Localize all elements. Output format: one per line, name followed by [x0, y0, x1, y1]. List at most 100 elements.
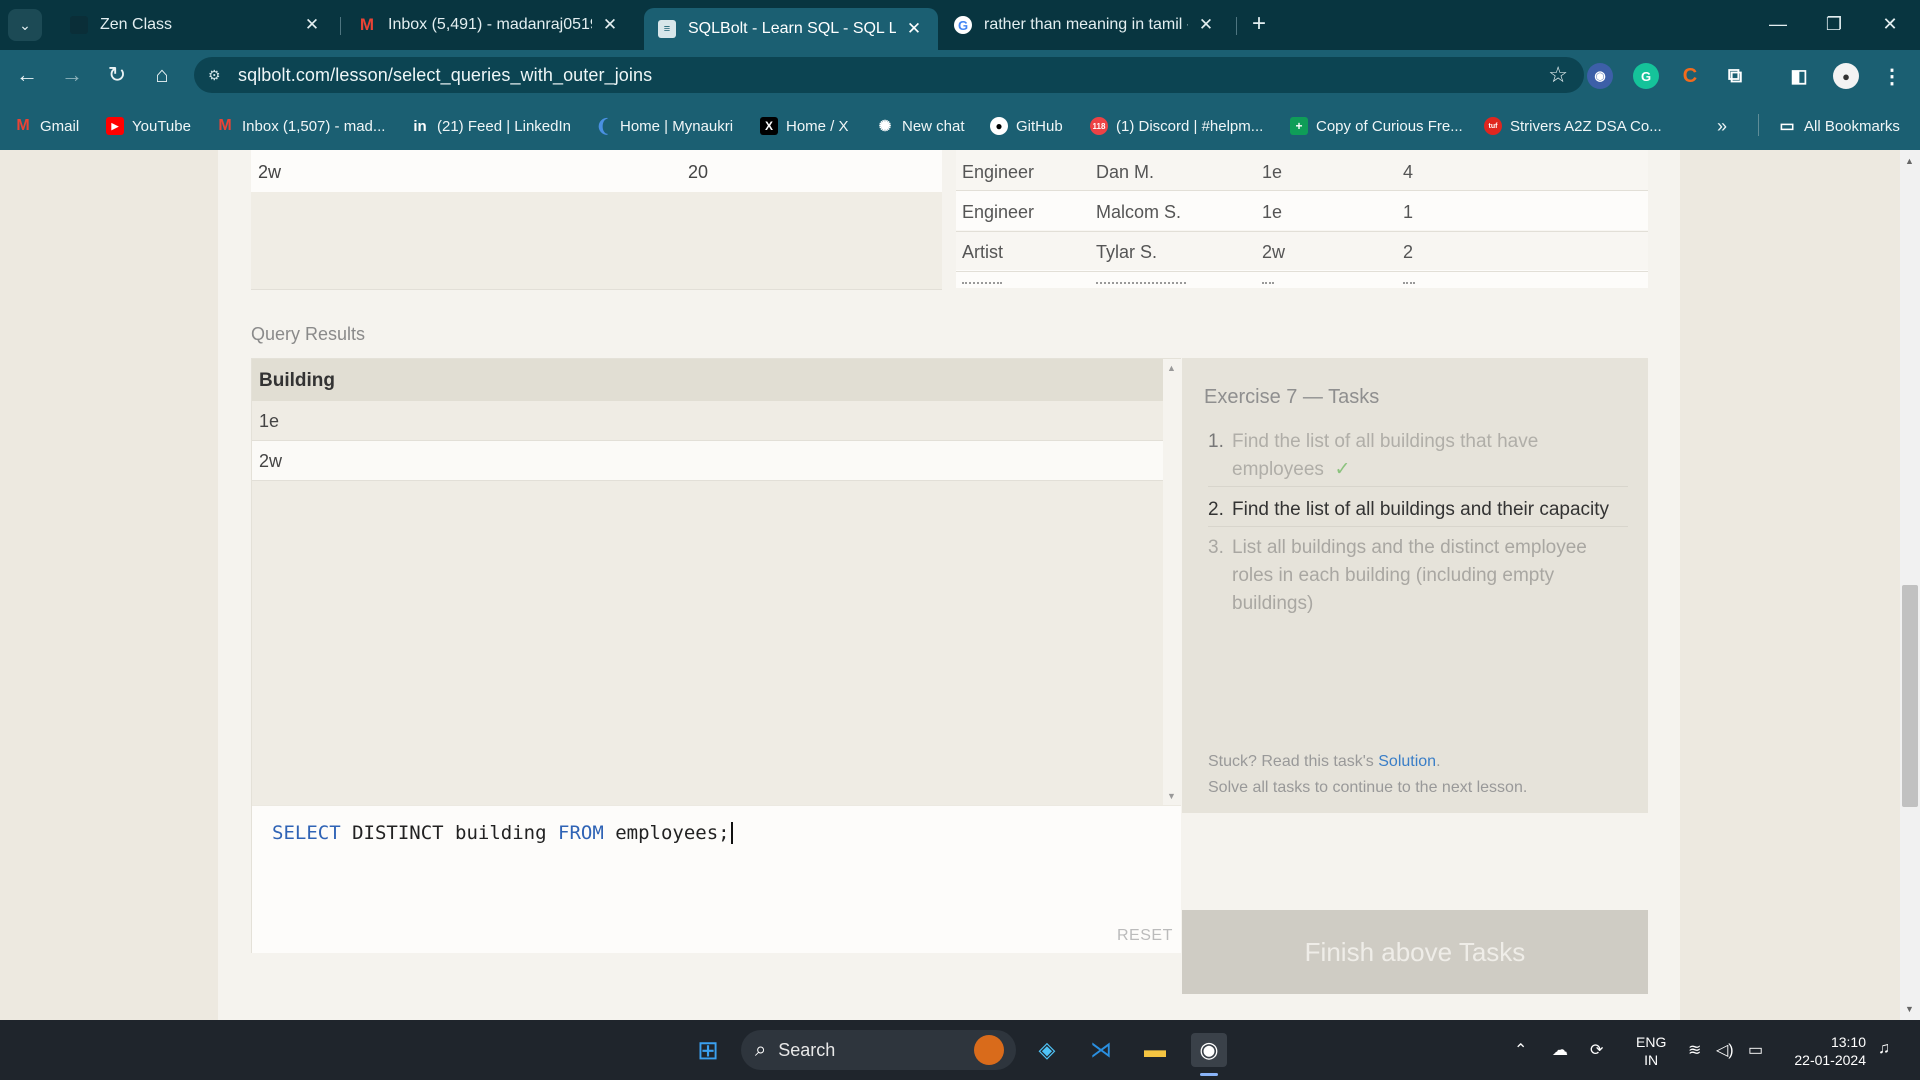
- file-explorer-icon[interactable]: ▬: [1137, 1033, 1173, 1067]
- search-highlight-icon: [974, 1035, 1004, 1065]
- all-bookmarks-button[interactable]: ▭ All Bookmarks: [1778, 114, 1900, 138]
- bookmark-mynaukri[interactable]: ❨ Home | Mynaukri: [594, 114, 733, 138]
- bookmark-label: GitHub: [1016, 117, 1063, 135]
- close-icon[interactable]: ✕: [904, 19, 924, 39]
- table-cell: Engineer: [962, 202, 1035, 222]
- sync-icon[interactable]: ⟳: [1590, 1040, 1603, 1060]
- bookmark-sheets[interactable]: + Copy of Curious Fre...: [1290, 114, 1463, 138]
- home-button[interactable]: ⌂: [147, 61, 177, 89]
- tab-sqlbolt[interactable]: ≡ SQLBolt - Learn SQL - SQL Less ✕: [644, 8, 938, 50]
- reload-icon: ↻: [107, 62, 127, 87]
- bookmark-label: Strivers A2Z DSA Co...: [1510, 117, 1662, 135]
- task-number: 2.: [1208, 499, 1224, 520]
- menu-kebab-icon[interactable]: ⋮: [1879, 63, 1905, 89]
- table-cell: 1e: [1262, 162, 1283, 182]
- battery-icon[interactable]: ▭: [1748, 1040, 1763, 1060]
- finish-tasks-button[interactable]: Finish above Tasks: [1182, 910, 1648, 994]
- table-cell: 2w: [259, 451, 283, 471]
- new-tab-button[interactable]: +: [1244, 10, 1274, 38]
- clock-time: 13:10: [1830, 1034, 1866, 1050]
- tab-search-button[interactable]: ⌄: [8, 9, 42, 41]
- chrome-icon[interactable]: ◉: [1191, 1033, 1227, 1067]
- solution-link[interactable]: Solution: [1378, 753, 1436, 770]
- close-icon[interactable]: ✕: [1196, 15, 1216, 35]
- grammarly-icon[interactable]: G: [1633, 63, 1659, 89]
- bookmark-github[interactable]: ● GitHub: [990, 114, 1063, 138]
- bookmark-x[interactable]: X Home / X: [760, 114, 849, 138]
- scroll-up-icon[interactable]: ▲: [1167, 363, 1176, 373]
- query-workspace: Building 1e 2w ▲ ▼ SELECT DISTINCT build…: [251, 358, 1181, 953]
- task-text: Find the list of all buildings that have…: [1232, 431, 1539, 480]
- home-icon: ⌂: [155, 62, 169, 87]
- gmail-icon: M: [16, 117, 30, 134]
- table-cell: Artist: [962, 242, 1004, 262]
- tab-zen-class[interactable]: Zen Class ✕: [56, 8, 336, 42]
- back-button[interactable]: ←: [12, 61, 42, 89]
- bookmark-label: (21) Feed | LinkedIn: [437, 117, 571, 135]
- bookmark-youtube[interactable]: ▶ YouTube: [106, 114, 191, 138]
- bookmark-new-chat[interactable]: ✺ New chat: [876, 114, 965, 138]
- bookmark-linkedin[interactable]: in (21) Feed | LinkedIn: [411, 114, 571, 138]
- volume-icon[interactable]: ◁): [1716, 1040, 1734, 1060]
- bookmark-star-icon[interactable]: ☆: [1548, 62, 1568, 88]
- bookmark-label: All Bookmarks: [1804, 117, 1900, 135]
- bookmark-label: Home / X: [786, 117, 849, 135]
- bookmark-strivers[interactable]: tuf Strivers A2Z DSA Co...: [1484, 114, 1662, 138]
- sql-code[interactable]: SELECT DISTINCT building FROM employees;: [272, 822, 733, 844]
- sql-editor[interactable]: SELECT DISTINCT building FROM employees;…: [252, 805, 1181, 953]
- profile-avatar[interactable]: ●: [1833, 63, 1859, 89]
- tab-gmail-inbox[interactable]: M Inbox (5,491) - madanraj0519@ ✕: [344, 8, 634, 42]
- clock[interactable]: 13:10 22-01-2024: [1788, 1033, 1866, 1069]
- language-indicator[interactable]: ENG IN: [1636, 1033, 1666, 1069]
- restore-button[interactable]: ❐: [1812, 8, 1856, 40]
- wifi-icon[interactable]: ≋: [1688, 1040, 1701, 1060]
- copilot-icon[interactable]: ◈: [1029, 1033, 1065, 1067]
- side-panel-icon[interactable]: ◧: [1786, 63, 1812, 89]
- tab-strip: ⌄ Zen Class ✕ M Inbox (5,491) - madanraj…: [0, 0, 1920, 50]
- column-header-building: Building: [259, 370, 335, 391]
- youtube-icon: ▶: [106, 117, 124, 135]
- notifications-icon[interactable]: ♫: [1878, 1040, 1890, 1058]
- extension-shield-icon[interactable]: ◉: [1587, 63, 1613, 89]
- taskbar-search[interactable]: ⌕ Search: [741, 1030, 1016, 1070]
- onedrive-icon[interactable]: ☁: [1552, 1040, 1568, 1060]
- url-text[interactable]: sqlbolt.com/lesson/select_queries_with_o…: [238, 65, 652, 86]
- scroll-up-icon[interactable]: ▲: [1905, 156, 1914, 166]
- chatgpt-icon: ✺: [878, 118, 892, 135]
- close-window-button[interactable]: ✕: [1868, 8, 1912, 40]
- sheets-plus-icon: +: [1290, 117, 1308, 135]
- table-row: [252, 401, 1163, 441]
- scrollbar-thumb[interactable]: [1902, 585, 1918, 807]
- reset-button[interactable]: RESET: [1117, 927, 1173, 945]
- bookmark-inbox[interactable]: M Inbox (1,507) - mad...: [216, 114, 385, 138]
- close-icon[interactable]: ✕: [600, 15, 620, 35]
- bookmark-gmail[interactable]: M Gmail: [14, 114, 79, 138]
- vscode-icon[interactable]: ⋊: [1083, 1033, 1119, 1067]
- tab-google-search[interactable]: G rather than meaning in tamil - ( ✕: [940, 8, 1230, 42]
- scroll-down-icon[interactable]: ▼: [1167, 791, 1176, 801]
- sqlbolt-favicon-icon: ≡: [658, 20, 676, 38]
- table-cell: 1e: [1262, 202, 1283, 222]
- scroll-down-icon[interactable]: ▼: [1905, 1004, 1914, 1014]
- tray-chevron-up-icon[interactable]: ⌃: [1514, 1040, 1527, 1060]
- site-info-icon[interactable]: ⚙: [208, 67, 230, 84]
- gmail-icon: M: [218, 117, 232, 134]
- codechef-extension-icon[interactable]: C: [1677, 63, 1703, 89]
- table-cell: Engineer: [962, 162, 1035, 182]
- address-bar[interactable]: ⚙ sqlbolt.com/lesson/select_queries_with…: [194, 57, 1584, 93]
- table-cell: Dan M.: [1096, 162, 1155, 182]
- sql-text: employees;: [615, 822, 730, 844]
- results-scrollbar[interactable]: ▲ ▼: [1163, 359, 1181, 805]
- table-cell: 4: [1403, 162, 1414, 182]
- close-icon[interactable]: ✕: [302, 15, 322, 35]
- discord-icon: 118: [1090, 117, 1108, 135]
- mynaukri-icon: ❨: [595, 115, 611, 136]
- windows-start-icon[interactable]: ⊞: [690, 1033, 726, 1067]
- reload-button[interactable]: ↻: [102, 61, 132, 89]
- bookmark-discord[interactable]: 118 (1) Discord | #helpm...: [1090, 114, 1263, 138]
- more-bookmarks-button[interactable]: »: [1717, 114, 1727, 138]
- minimize-button[interactable]: —: [1756, 8, 1800, 40]
- github-icon: ●: [990, 117, 1008, 135]
- extensions-puzzle-icon[interactable]: ⧉: [1722, 63, 1748, 89]
- forward-button[interactable]: →: [57, 61, 87, 89]
